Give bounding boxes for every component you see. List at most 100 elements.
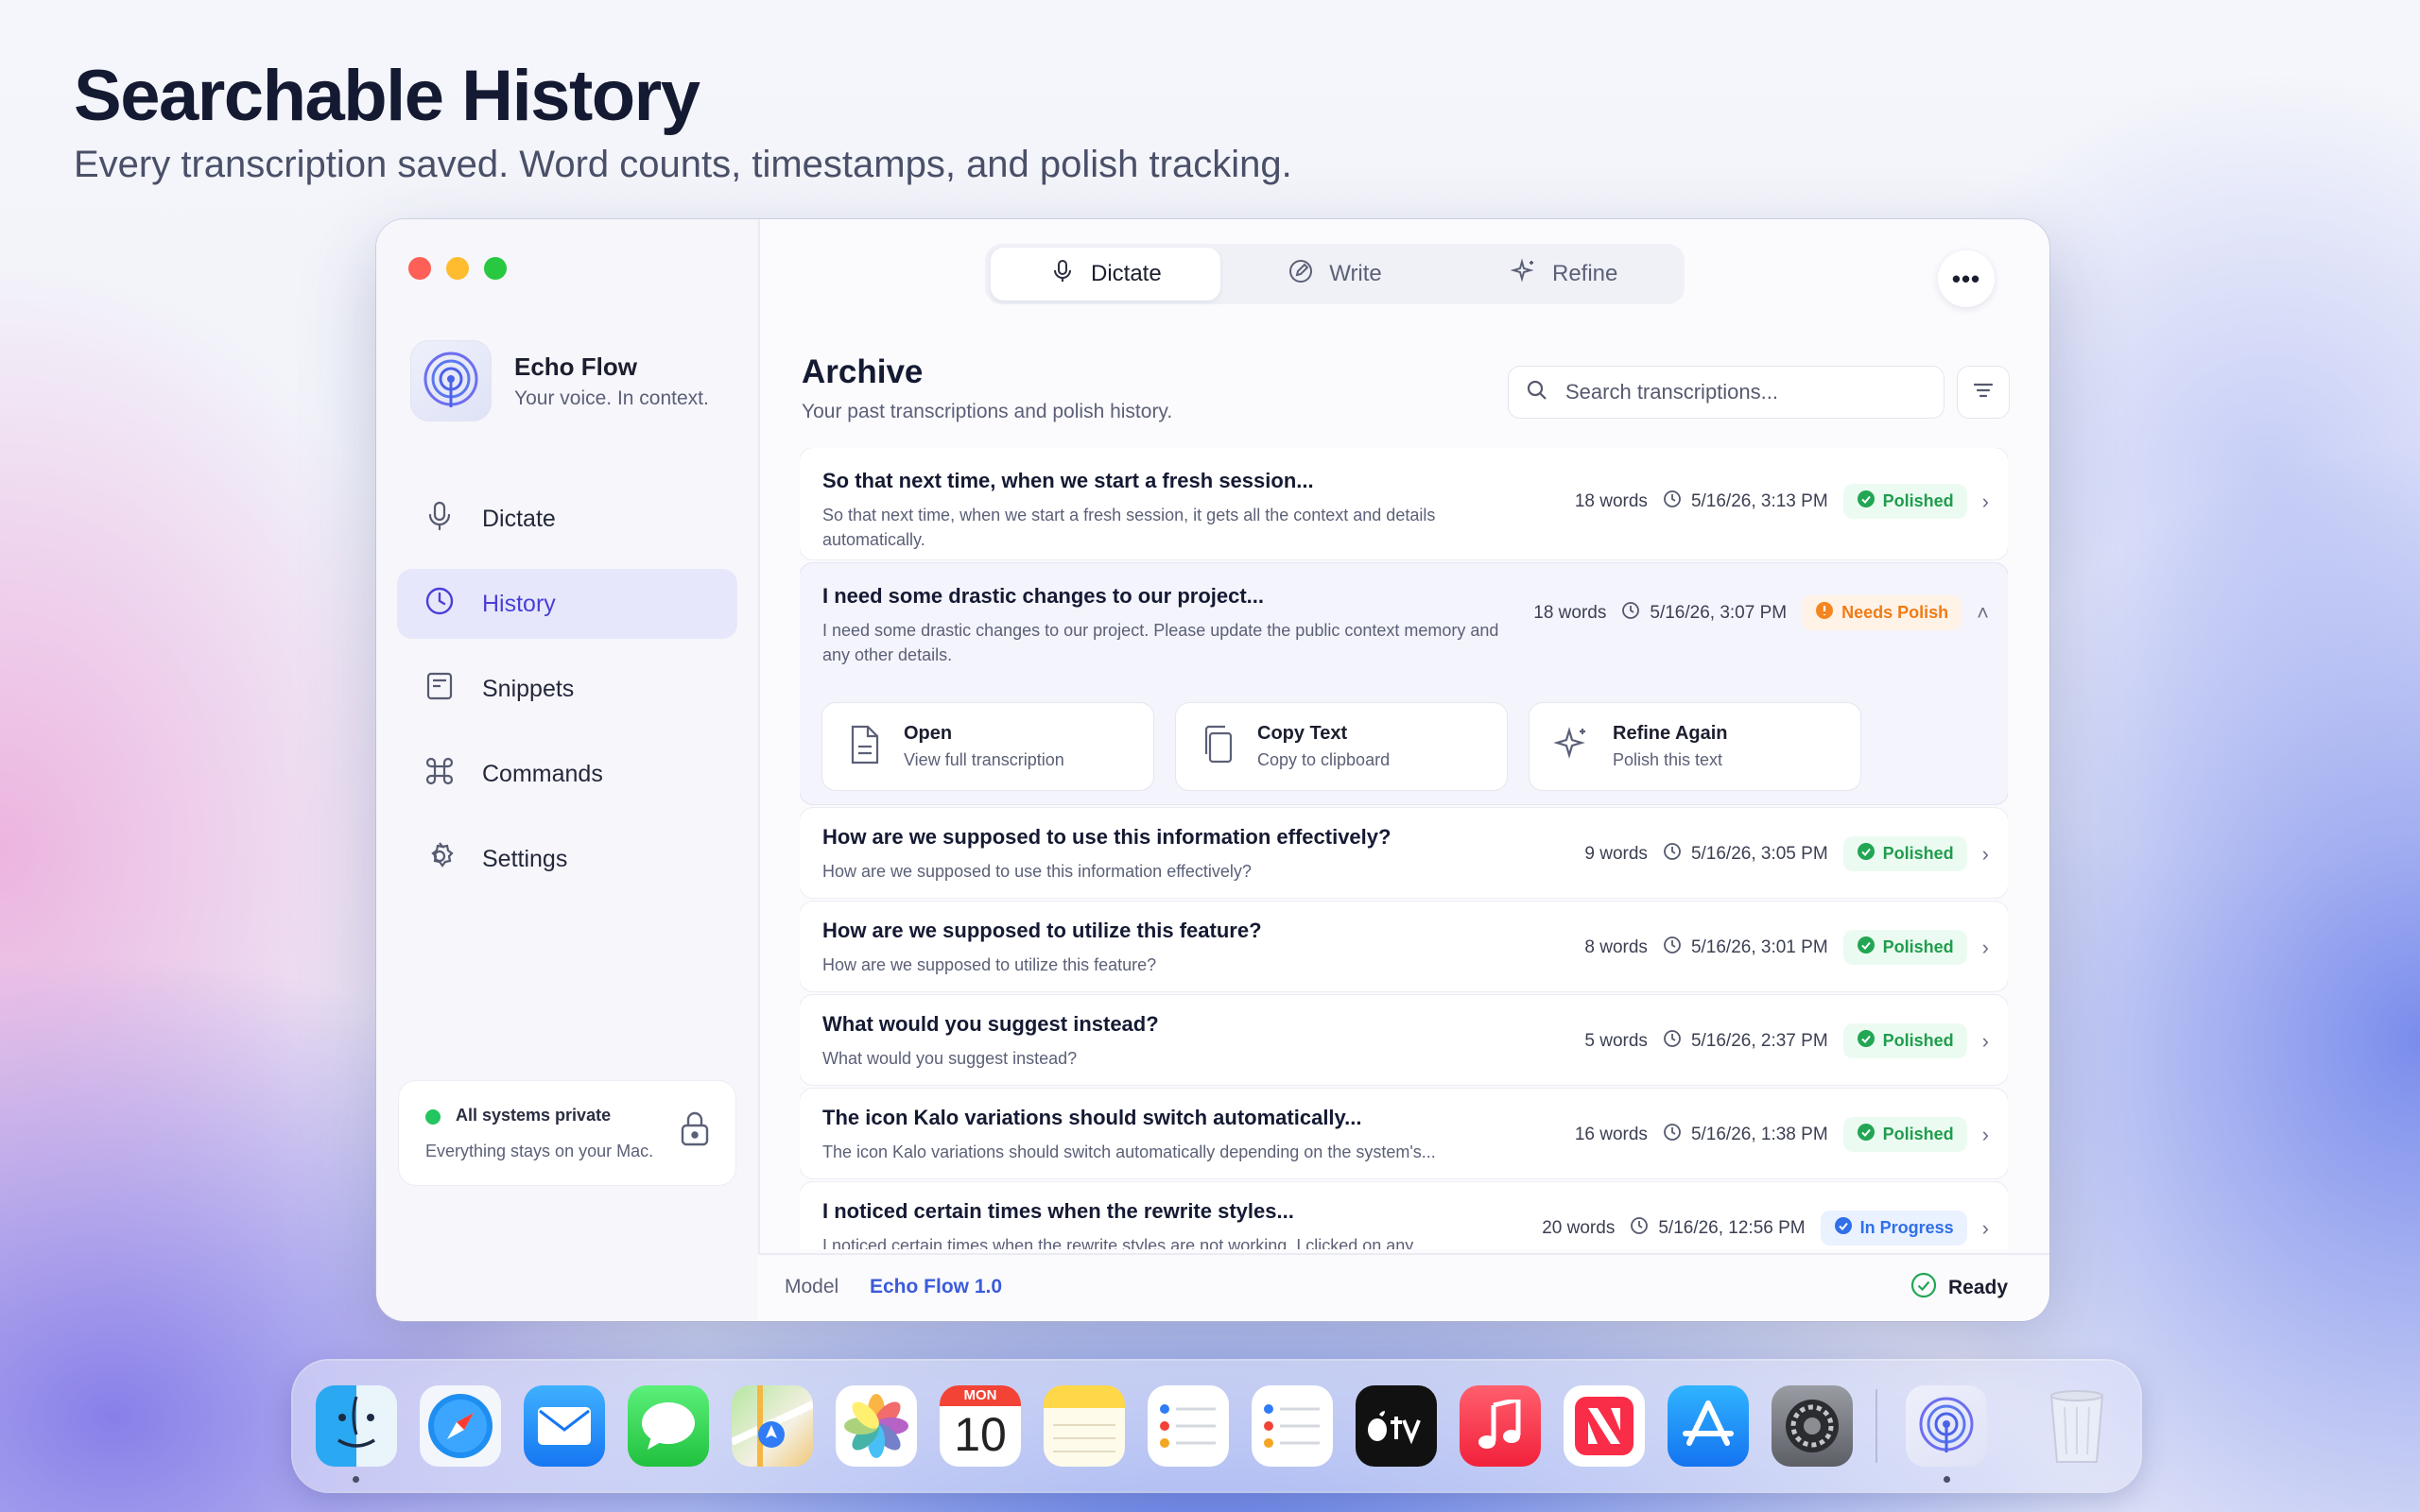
word-count: 16 words xyxy=(1574,1124,1648,1144)
tab-label: Dictate xyxy=(1090,261,1162,286)
list-item[interactable]: I noticed certain times when the rewrite… xyxy=(800,1182,2008,1249)
action-subtitle: Copy to clipboard xyxy=(1257,750,1391,769)
timestamp: 5/16/26, 3:05 PM xyxy=(1690,843,1828,864)
sidebar-item-snippets[interactable]: Snippets xyxy=(397,654,737,724)
sidebar-item-history[interactable]: History xyxy=(397,569,737,639)
clock-icon xyxy=(424,585,456,624)
system-settings-icon[interactable] xyxy=(1772,1385,1853,1467)
status-badge: Polished xyxy=(1842,1117,1967,1152)
status-label: Polished xyxy=(1882,1031,1954,1050)
word-count: 8 words xyxy=(1584,936,1648,957)
status-badge: In Progress xyxy=(1820,1211,1967,1246)
action-title: Refine Again xyxy=(1613,723,1728,744)
list-item[interactable]: How are we supposed to use this informat… xyxy=(800,808,2008,898)
list-item[interactable]: So that next time, when we start a fresh… xyxy=(800,448,2008,559)
copy-text-button[interactable]: Copy Text Copy to clipboard xyxy=(1176,703,1507,790)
zoom-window-button[interactable] xyxy=(484,257,507,280)
chevron-right-icon[interactable]: › xyxy=(1982,490,1989,514)
news-icon[interactable] xyxy=(1564,1385,1645,1467)
echo-flow-icon[interactable] xyxy=(1906,1385,1987,1467)
entry-title: So that next time, when we start a fresh… xyxy=(822,469,1314,492)
chevron-up-icon[interactable]: ˄ xyxy=(1977,601,1989,626)
timestamp: 5/16/26, 3:07 PM xyxy=(1650,602,1788,623)
check-circle-icon xyxy=(1857,490,1876,513)
model-selector[interactable]: Echo Flow 1.0 xyxy=(870,1276,1002,1298)
app-window: Echo Flow Your voice. In context. Dictat… xyxy=(376,219,2049,1321)
echo-flow-logo-icon xyxy=(410,340,492,421)
refine-again-button[interactable]: Refine Again Polish this text xyxy=(1530,703,1860,790)
status-bar: Model Echo Flow 1.0 Ready xyxy=(758,1253,2049,1321)
close-window-button[interactable] xyxy=(408,257,431,280)
status-label: Polished xyxy=(1882,491,1954,510)
entry-meta: 20 words 5/16/26, 12:56 PM In Progress › xyxy=(1542,1211,1989,1246)
photos-icon[interactable] xyxy=(836,1385,917,1467)
sidebar-item-label: Dictate xyxy=(482,505,556,532)
tab-refine[interactable]: Refine xyxy=(1449,248,1679,301)
mail-icon[interactable] xyxy=(524,1385,605,1467)
status-badge: Polished xyxy=(1842,836,1967,871)
timestamp: 5/16/26, 2:37 PM xyxy=(1690,1030,1828,1051)
chevron-right-icon[interactable]: › xyxy=(1982,842,1989,867)
copy-icon xyxy=(1199,724,1236,770)
entry-preview: I noticed certain times when the rewrite… xyxy=(822,1236,1426,1249)
list-item[interactable]: What would you suggest instead? What wou… xyxy=(800,995,2008,1085)
list-item-expanded[interactable]: I need some drastic changes to our proje… xyxy=(800,563,2008,804)
entry-meta: 5 words 5/16/26, 2:37 PM Polished › xyxy=(1584,1023,1989,1058)
reminders-icon[interactable] xyxy=(1252,1385,1333,1467)
chevron-right-icon[interactable]: › xyxy=(1982,1029,1989,1054)
check-circle-icon xyxy=(1857,1029,1876,1053)
apple-tv-icon[interactable] xyxy=(1356,1385,1437,1467)
sidebar-item-settings[interactable]: Settings xyxy=(397,824,737,894)
clock-icon xyxy=(1663,936,1682,960)
tab-write[interactable]: Write xyxy=(1220,248,1450,301)
calendar-icon[interactable]: MON 10 xyxy=(940,1385,1021,1467)
running-indicator xyxy=(353,1476,359,1483)
safari-icon[interactable] xyxy=(420,1385,501,1467)
filter-button[interactable] xyxy=(1958,367,2009,418)
page-title: Archive xyxy=(802,353,924,390)
action-title: Open xyxy=(904,723,953,744)
sidebar-item-dictate[interactable]: Dictate xyxy=(397,484,737,554)
clock-icon xyxy=(1630,1216,1649,1241)
progress-check-icon xyxy=(1834,1216,1853,1240)
hero-title: Searchable History xyxy=(74,56,700,136)
timestamp: 5/16/26, 3:01 PM xyxy=(1690,936,1828,957)
minimize-window-button[interactable] xyxy=(446,257,469,280)
finder-icon[interactable] xyxy=(316,1385,397,1467)
check-circle-icon xyxy=(1857,842,1876,866)
search-input[interactable] xyxy=(1564,379,1908,405)
chevron-right-icon[interactable]: › xyxy=(1982,1123,1989,1147)
list-item[interactable]: How are we supposed to utilize this feat… xyxy=(800,902,2008,991)
entry-meta: 18 words 5/16/26, 3:07 PM Needs Polish ˄ xyxy=(1533,595,1989,630)
sidebar-item-label: History xyxy=(482,590,556,617)
running-indicator xyxy=(1944,1476,1950,1483)
trash-icon[interactable] xyxy=(2036,1385,2118,1467)
app-store-icon[interactable] xyxy=(1668,1385,1749,1467)
reminders-icon[interactable] xyxy=(1148,1385,1229,1467)
gear-icon xyxy=(424,840,456,879)
timestamp-group: 5/16/26, 2:37 PM xyxy=(1663,1029,1828,1054)
more-options-button[interactable]: ••• xyxy=(1938,250,1995,307)
dock: MON 10 xyxy=(293,1361,2140,1491)
music-icon[interactable] xyxy=(1460,1385,1541,1467)
document-icon xyxy=(845,724,883,770)
brand: Echo Flow Your voice. In context. xyxy=(410,340,709,421)
sidebar-item-commands[interactable]: Commands xyxy=(397,739,737,809)
action-title: Copy Text xyxy=(1257,723,1348,744)
chevron-right-icon[interactable]: › xyxy=(1982,936,1989,960)
chevron-right-icon[interactable]: › xyxy=(1982,1216,1989,1241)
open-button[interactable]: Open View full transcription xyxy=(822,703,1153,790)
maps-icon[interactable] xyxy=(732,1385,813,1467)
list-item[interactable]: The icon Kalo variations should switch a… xyxy=(800,1089,2008,1178)
messages-icon[interactable] xyxy=(628,1385,709,1467)
status-badge: Polished xyxy=(1842,1023,1967,1058)
sidebar-item-label: Settings xyxy=(482,845,568,872)
model-label: Model xyxy=(785,1276,839,1297)
action-subtitle: Polish this text xyxy=(1613,750,1723,769)
check-circle-icon xyxy=(1857,1123,1876,1146)
mode-switcher: Dictate Write Refine xyxy=(985,244,1685,304)
notes-icon[interactable] xyxy=(1044,1385,1125,1467)
alert-icon xyxy=(1815,601,1834,625)
tab-dictate[interactable]: Dictate xyxy=(991,248,1220,301)
check-circle-icon xyxy=(1910,1272,1937,1304)
